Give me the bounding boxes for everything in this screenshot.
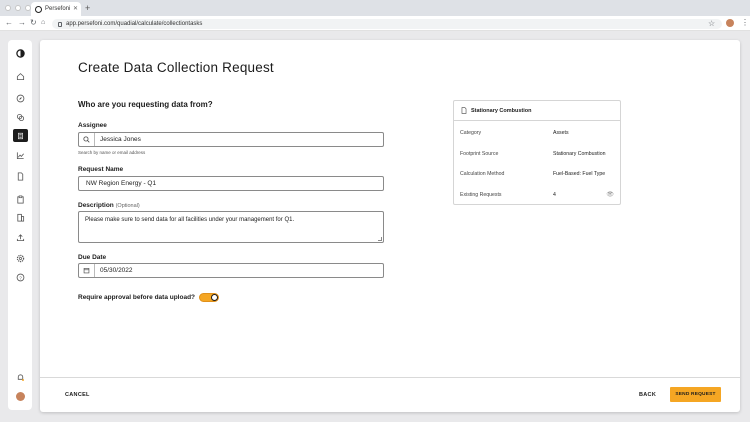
card-row: Footprint Source Stationary Combustion [460,151,616,157]
description-value: Please make sure to send data for all fa… [85,217,295,223]
forward-arrow-icon[interactable]: → [18,18,26,27]
request-name-input[interactable]: NW Region Energy - Q1 [78,176,384,191]
window-controls [5,5,31,11]
assignee-value: Jessica Jones [100,136,141,143]
card-row: Category Assets [460,130,616,136]
user-avatar[interactable] [16,392,25,401]
browser-menu-icon[interactable]: ⋮ [741,18,749,27]
card-title: Stationary Combustion [471,107,532,114]
address-bar[interactable]: app.persefoni.com/quadial/calculate/coll… [52,19,722,29]
persefoni-favicon-icon [35,5,42,13]
main-panel: Create Data Collection Request Who are y… [40,40,740,412]
svg-text:?: ? [19,275,22,280]
description-label-text: Description [78,202,114,209]
sidebar-nav: ? [8,40,32,410]
building-nav-icon[interactable] [16,213,25,222]
resize-handle-icon[interactable] [378,237,382,241]
lock-icon [58,21,62,27]
sidebar-item-calculate[interactable] [13,129,28,142]
reload-icon[interactable]: ↻ [30,18,37,27]
card-row: Calculation Method Fuel-Based: Fuel Type [460,171,616,177]
chart-nav-icon[interactable] [16,151,25,160]
bell-notification-icon[interactable] [16,373,25,382]
help-nav-icon[interactable]: ? [16,273,25,282]
card-row-value: Fuel-Based: Fuel Type [553,171,606,177]
browser-profile-avatar[interactable] [726,19,734,27]
browser-tab-bar: Persefoni ✕ + [0,0,750,16]
back-button[interactable]: BACK [639,392,656,398]
description-label: Description (Optional) [78,202,140,209]
assignee-input[interactable]: Jessica Jones [78,132,384,147]
calendar-icon[interactable] [79,264,95,277]
card-row-key: Calculation Method [460,171,505,177]
document-icon [461,107,467,114]
send-request-button[interactable]: SEND REQUEST [670,387,721,402]
request-name-value: NW Region Energy - Q1 [86,180,157,187]
card-header: Stationary Combustion [454,101,620,121]
new-tab-icon[interactable]: + [85,3,90,13]
approval-row: Require approval before data upload? [78,293,220,302]
close-window-button[interactable] [5,5,11,11]
description-textarea[interactable]: Please make sure to send data for all fa… [78,211,384,243]
due-date-label: Due Date [78,254,107,261]
minimize-window-button[interactable] [15,5,21,11]
layers-nav-icon[interactable] [16,113,25,122]
assignee-helper-text: Search by name or email address [78,150,146,155]
eye-icon[interactable]: 👁 [606,191,614,198]
assignee-label: Assignee [78,122,107,129]
home-icon[interactable]: ⌂ [41,19,45,26]
toggle-knob [211,294,219,301]
optional-tag: (Optional) [115,203,140,209]
page-title: Create Data Collection Request [78,60,274,75]
card-row-key: Footprint Source [460,151,499,157]
footprint-info-card: Stationary Combustion Category Assets Fo… [453,100,621,205]
card-row-key: Category [460,130,482,136]
request-name-label: Request Name [78,166,124,173]
document-nav-icon[interactable] [16,172,25,181]
due-date-input[interactable]: 05/30/2022 [78,263,384,278]
card-row-key: Existing Requests [460,192,502,198]
upload-nav-icon[interactable] [16,233,25,242]
due-date-value: 05/30/2022 [100,267,133,274]
cancel-button[interactable]: CANCEL [65,392,90,398]
calculator-icon [18,132,23,139]
card-row-value: Assets [553,130,569,136]
approval-toggle[interactable] [199,293,220,302]
persefoni-logo-icon[interactable] [16,49,25,58]
back-arrow-icon[interactable]: ← [5,18,13,27]
tab-title: Persefoni [45,6,71,12]
url-text: app.persefoni.com/quadial/calculate/coll… [66,21,203,27]
card-row: Existing Requests 4 [460,192,616,198]
home-nav-icon[interactable] [16,72,25,81]
gear-nav-icon[interactable] [16,254,25,263]
browser-toolbar: ← → ↻ ⌂ app.persefoni.com/quadial/calcul… [0,16,750,31]
compass-nav-icon[interactable] [16,94,25,103]
clipboard-nav-icon[interactable] [16,195,25,204]
form-footer: CANCEL BACK SEND REQUEST [40,377,740,412]
browser-tab[interactable]: Persefoni ✕ [31,2,81,16]
close-tab-icon[interactable]: ✕ [73,5,78,12]
section-question: Who are you requesting data from? [78,100,213,109]
bookmark-star-icon[interactable]: ☆ [708,19,715,28]
search-icon [79,133,95,146]
approval-label: Require approval before data upload? [78,294,196,301]
card-row-value: Stationary Combustion [553,151,606,157]
